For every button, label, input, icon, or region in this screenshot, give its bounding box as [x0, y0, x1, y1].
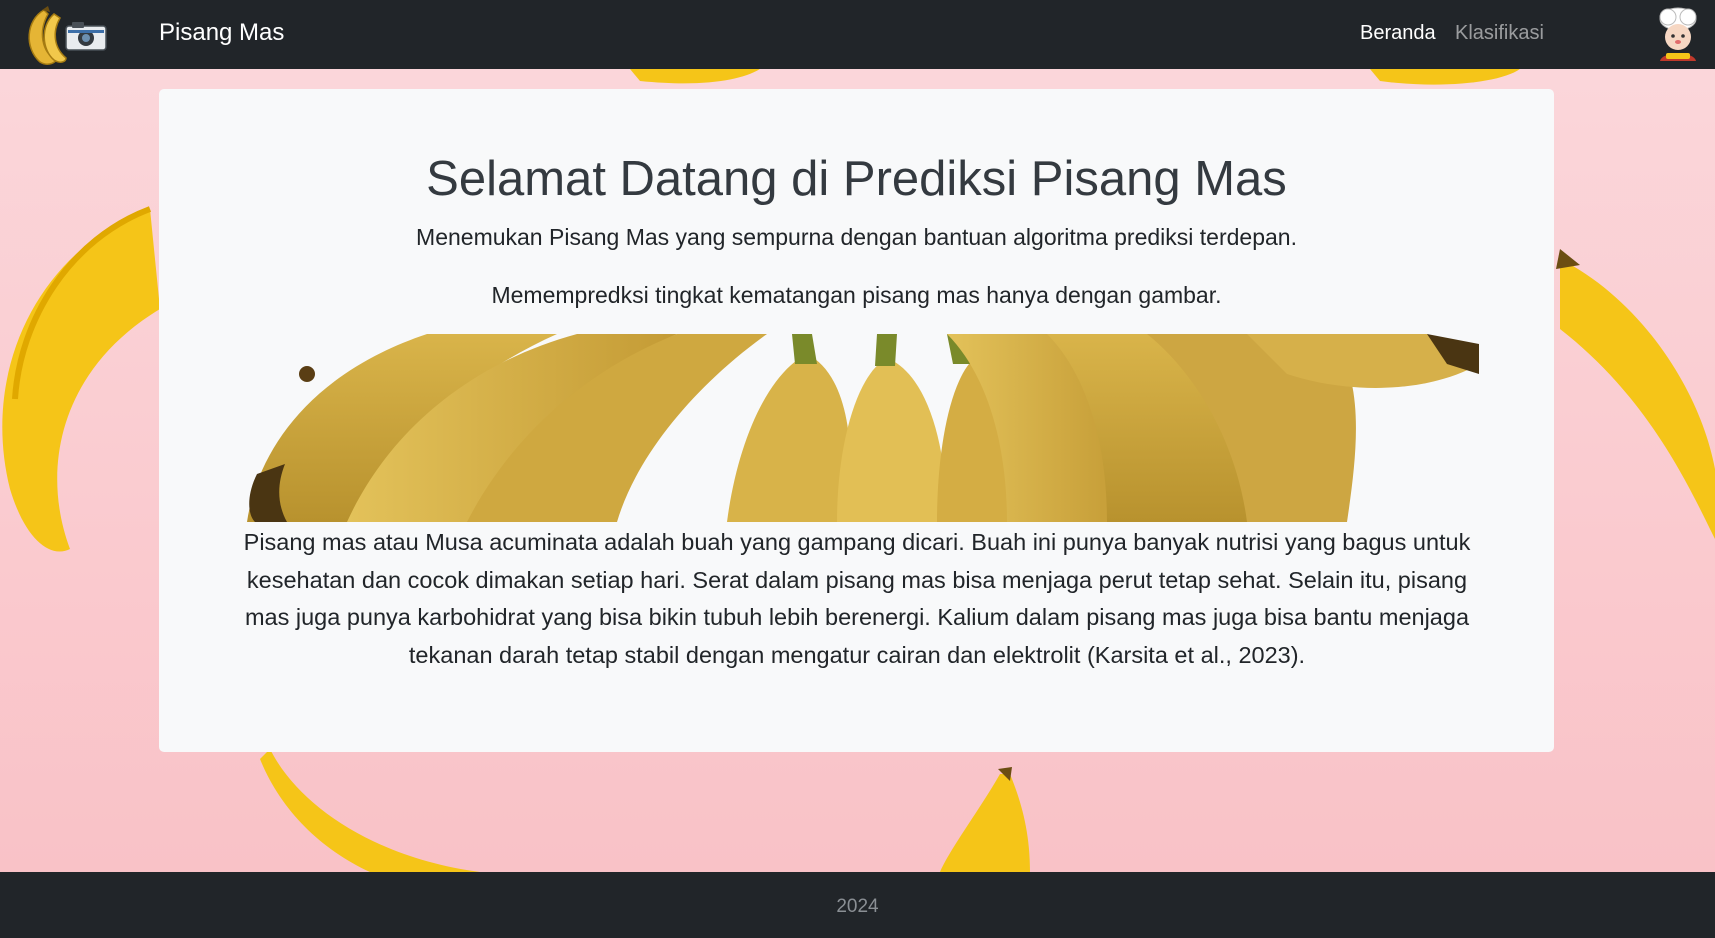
chef-avatar-icon[interactable] — [1650, 5, 1706, 63]
navbar: Pisang Mas Beranda Klasifikasi — [0, 0, 1715, 69]
navbar-brand[interactable]: Pisang Mas — [159, 19, 284, 47]
page-subtitle-secondary: Memempredksi tingkat kematangan pisang m… — [491, 282, 1222, 308]
description-paragraph: Pisang mas atau Musa acuminata adalah bu… — [243, 529, 1471, 668]
banana-camera-logo-icon[interactable] — [14, 4, 112, 68]
nav-link-klasifikasi[interactable]: Klasifikasi — [1455, 22, 1544, 45]
banana-hero-image — [247, 334, 1479, 522]
footer: 2024 — [0, 872, 1715, 938]
footer-year: 2024 — [836, 896, 879, 917]
page-subtitle: Menemukan Pisang Mas yang sempurna denga… — [416, 224, 1297, 250]
nav-link-beranda[interactable]: Beranda — [1360, 22, 1436, 45]
page-title: Selamat Datang di Prediksi Pisang Mas — [426, 152, 1287, 206]
welcome-card: Selamat Datang di Prediksi Pisang Mas Me… — [159, 89, 1554, 752]
